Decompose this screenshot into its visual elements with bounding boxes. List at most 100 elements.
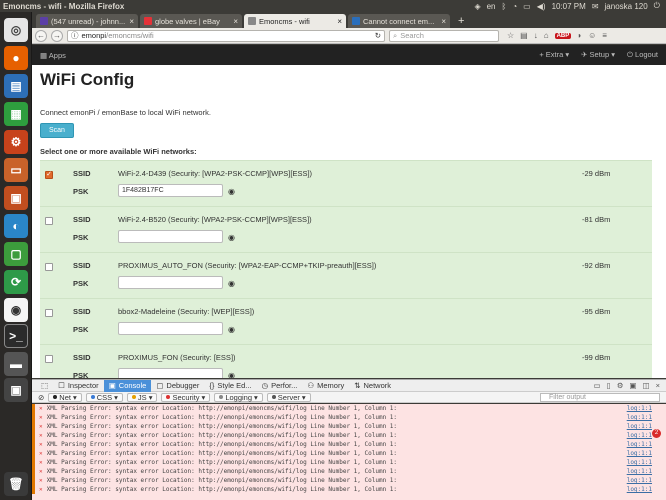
filter-js[interactable]: JS ▾ [126,392,158,402]
source-link[interactable]: log:1:1 [627,441,666,448]
logout-link[interactable]: ⏻ Logout [627,50,658,60]
hello-icon[interactable]: ☺ [588,31,596,40]
close-icon[interactable]: × [441,17,446,26]
source-link[interactable]: log:1:1 [627,477,666,484]
eye-icon[interactable]: ◉ [228,279,235,288]
close-icon[interactable]: × [129,17,134,26]
wifi-icon[interactable]: ◔ [512,2,517,11]
workspace-icon[interactable]: ▣ [4,378,28,402]
network-checkbox[interactable] [45,309,53,317]
psk-input[interactable] [118,368,223,378]
source-link[interactable]: log:1:1 [627,450,666,457]
pick-element-icon[interactable]: ⬚ [36,380,53,392]
disk-icon[interactable]: ▬ [4,352,28,376]
source-link[interactable]: log:1:1 [627,414,666,421]
mail-icon[interactable]: ✉ [592,2,599,11]
star-icon[interactable]: ☆ [507,31,514,40]
pocket-icon[interactable]: ◗ [577,31,582,40]
source-link[interactable]: log:1:1 [627,459,666,466]
network-checkbox[interactable] [45,263,53,271]
filter-logging[interactable]: Logging ▾ [214,392,263,402]
battery-icon[interactable]: ▭ [523,2,531,11]
eye-icon[interactable]: ◉ [228,233,235,242]
dropbox-icon[interactable]: ◈ [474,2,480,11]
chrome-icon[interactable]: ◉ [4,298,28,322]
close-icon[interactable]: × [337,17,342,26]
psk-input[interactable] [118,322,223,335]
source-link[interactable]: log:1:1 [627,405,666,412]
reading-list-icon[interactable]: ▤ [520,31,528,40]
firefox-icon[interactable]: ● [4,46,28,70]
tab-debugger[interactable]: ▢ Debugger [151,380,204,392]
update-icon[interactable]: ⟳ [4,270,28,294]
settings-icon[interactable]: ⚙ [4,130,28,154]
setup-menu[interactable]: ✈ Setup ▾ [581,50,615,60]
dock-icon[interactable]: ▣ [629,381,636,390]
source-link[interactable]: log:1:1 [627,486,666,493]
reload-icon[interactable]: ↻ [375,31,381,40]
bluetooth-icon[interactable]: ᛒ [502,2,507,11]
volume-icon[interactable]: ◀) [537,2,546,11]
tab-memory[interactable]: ⚇ Memory [302,380,349,392]
tab-emoncms-wifi[interactable]: Emoncms - wifi × [244,14,346,28]
psk-input[interactable] [118,230,223,243]
filter-server[interactable]: Server ▾ [266,392,311,402]
tab-inbox[interactable]: (547 unread) - johnn... × [36,14,138,28]
filter-security[interactable]: Security ▾ [161,392,211,402]
clear-console-icon[interactable]: ⊘ [38,393,44,402]
network-checkbox[interactable] [45,355,53,363]
network-checkbox[interactable] [45,217,53,225]
clock[interactable]: 10:07 PM [552,2,586,11]
split-console-icon[interactable]: ▭ [593,381,600,390]
undock-icon[interactable]: ◫ [643,381,650,390]
scan-button[interactable]: Scan [40,123,74,138]
psk-input[interactable] [118,276,223,289]
eye-icon[interactable]: ◉ [228,371,235,378]
eye-icon[interactable]: ◉ [228,325,235,334]
tab-console[interactable]: ▣ Console [103,379,152,392]
new-tab-button[interactable]: + [452,14,470,28]
source-link[interactable]: log:1:1 [627,468,666,475]
close-icon[interactable]: × [656,381,660,390]
apps-menu[interactable]: Apps [49,51,66,60]
files-icon[interactable]: ▭ [4,158,28,182]
apps-icon[interactable]: ▦ [40,51,49,60]
back-button[interactable]: ← [35,29,47,42]
home-icon[interactable]: ⌂ [544,31,549,40]
settings-icon[interactable]: ⚙ [617,381,624,390]
power-icon[interactable]: ⏻ [654,1,660,11]
eye-icon[interactable]: ◉ [228,187,235,196]
filter-net[interactable]: Net ▾ [48,392,82,402]
trash-icon[interactable]: 🗑 [4,472,28,496]
adblock-icon[interactable]: ABP [554,32,572,39]
tab-inspector[interactable]: ☐ Inspector [53,380,104,392]
filter-output-input[interactable]: Filter output [540,392,660,402]
calc-icon[interactable]: ▦ [4,102,28,126]
filter-css[interactable]: CSS ▾ [85,392,123,402]
responsive-icon[interactable]: ▯ [607,381,611,390]
tab-ebay[interactable]: globe valves | eBay × [140,14,242,28]
tab-cannot-connect[interactable]: Cannot connect em... × [348,14,450,28]
tab-performance[interactable]: ◷ Perfor... [257,380,303,392]
source-link[interactable]: log:1:1 [627,423,666,430]
lock-icon[interactable]: ▢ [4,242,28,266]
user-name[interactable]: janoska 120 [605,2,648,11]
terminal-icon[interactable]: >_ [4,324,28,348]
menu-icon[interactable]: ≡ [602,31,607,40]
tab-style-editor[interactable]: {} Style Ed... [204,380,256,392]
keyboard-layout[interactable]: en [487,2,496,11]
extra-menu[interactable]: + Extra ▾ [539,50,569,60]
dash-icon[interactable]: ◎ [4,18,28,42]
close-icon[interactable]: × [233,17,238,26]
tab-network[interactable]: ⇅ Network [349,380,396,392]
forward-button[interactable]: → [51,29,63,42]
app-icon[interactable]: ◐ [4,214,28,238]
site-info-icon[interactable]: ⓘ [71,30,79,41]
search-input[interactable]: ⌕ Search [389,29,499,42]
url-bar[interactable]: ⓘ emonpi/emoncms/wifi ↻ [67,29,385,42]
impress-icon[interactable]: ▣ [4,186,28,210]
network-checkbox[interactable]: ✓ [45,171,53,179]
download-icon[interactable]: ↓ [534,31,538,40]
psk-input[interactable]: 1F482B17FC [118,184,223,197]
writer-icon[interactable]: ▤ [4,74,28,98]
